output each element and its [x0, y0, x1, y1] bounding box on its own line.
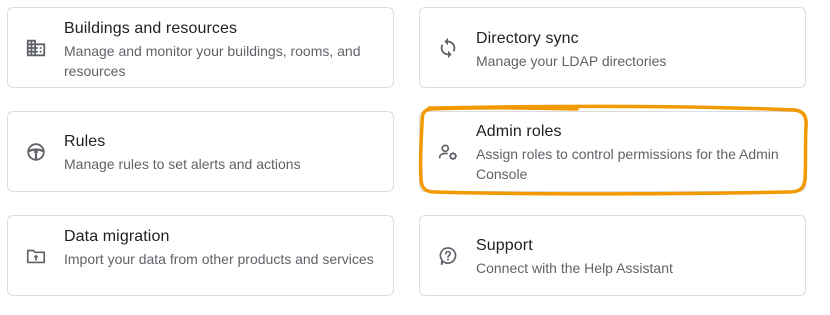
- card-title: Directory sync: [476, 30, 579, 47]
- card-buildings-and-resources[interactable]: Buildings and resources Manage and monit…: [7, 7, 394, 88]
- admin-roles-icon: [437, 141, 459, 163]
- card-description: Connect with the Help Assistant: [476, 260, 673, 276]
- building-icon: [25, 37, 47, 59]
- card-title: Data migration: [64, 228, 170, 245]
- card-title: Admin roles: [476, 123, 562, 140]
- card-description: Manage and monitor your buildings, rooms…: [64, 43, 361, 79]
- sync-icon: [437, 37, 459, 59]
- card-directory-sync[interactable]: Directory sync Manage your LDAP director…: [419, 7, 806, 88]
- card-description: Manage rules to set alerts and actions: [64, 156, 301, 172]
- card-data-migration[interactable]: Data migration Import your data from oth…: [7, 215, 394, 296]
- card-description: Assign roles to control permissions for …: [476, 146, 779, 182]
- card-title: Buildings and resources: [64, 20, 238, 37]
- card-description: Manage your LDAP directories: [476, 53, 667, 69]
- card-admin-roles[interactable]: Admin roles Assign roles to control perm…: [419, 111, 806, 192]
- card-title: Rules: [64, 133, 106, 150]
- help-icon: [437, 245, 459, 267]
- card-rules[interactable]: Rules Manage rules to set alerts and act…: [7, 111, 394, 192]
- card-description: Import your data from other products and…: [64, 251, 374, 267]
- folder-upload-icon: [25, 245, 47, 267]
- steering-wheel-icon: [25, 141, 47, 163]
- card-support[interactable]: Support Connect with the Help Assistant: [419, 215, 806, 296]
- card-title: Support: [476, 237, 533, 254]
